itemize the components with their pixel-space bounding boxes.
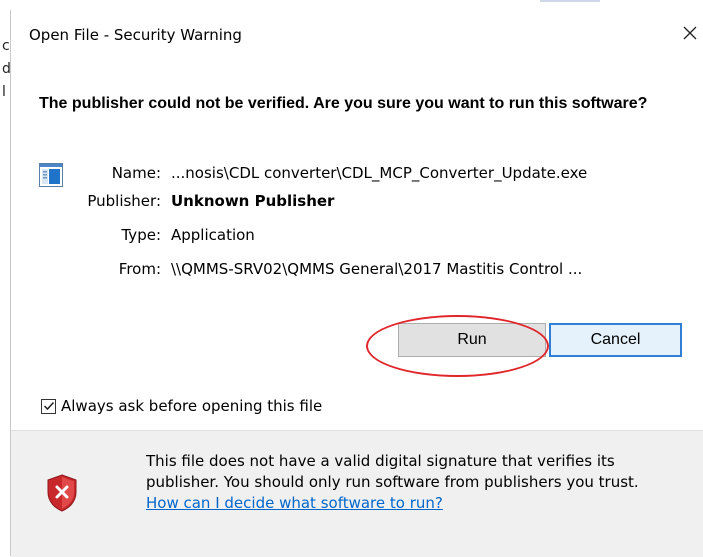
footer-panel: This file does not have a valid digital … [11, 430, 703, 557]
cancel-button[interactable]: Cancel [549, 323, 682, 357]
help-link[interactable]: How can I decide what software to run? [146, 493, 686, 514]
publisher-row: Publisher: Unknown Publisher [11, 191, 703, 211]
warning-question: The publisher could not be verified. Are… [39, 95, 648, 112]
name-value: ...nosis\CDL converter\CDL_MCP_Converter… [171, 164, 588, 182]
type-label: Type: [121, 226, 161, 244]
background-char: c [2, 38, 10, 54]
security-shield-icon [47, 474, 77, 512]
close-icon [683, 26, 697, 40]
close-button[interactable] [676, 18, 703, 48]
footer-message-block: This file does not have a valid digital … [146, 451, 686, 514]
publisher-value: Unknown Publisher [171, 192, 335, 210]
background-divider [540, 0, 600, 2]
always-ask-option[interactable]: Always ask before opening this file [41, 397, 322, 415]
run-button[interactable]: Run [398, 323, 546, 357]
checkmark-icon [43, 401, 54, 411]
name-row: Name: ...nosis\CDL converter\CDL_MCP_Con… [11, 163, 703, 183]
security-warning-dialog: Open File - Security Warning The publish… [10, 10, 703, 557]
background-char: l [2, 84, 6, 100]
type-value: Application [171, 226, 255, 244]
name-label: Name: [111, 164, 161, 182]
always-ask-label: Always ask before opening this file [61, 397, 323, 415]
type-row: Type: Application [11, 225, 703, 245]
publisher-label: Publisher: [87, 192, 161, 210]
always-ask-checkbox[interactable] [41, 398, 56, 414]
from-row: From: \\QMMS-SRV02\QMMS General\2017 Mas… [11, 259, 703, 279]
from-label: From: [118, 260, 161, 278]
footer-message: This file does not have a valid digital … [146, 452, 639, 491]
title-bar[interactable]: Open File - Security Warning [11, 10, 703, 56]
dialog-title: Open File - Security Warning [29, 26, 242, 44]
from-value: \\QMMS-SRV02\QMMS General\2017 Mastitis … [171, 260, 583, 278]
